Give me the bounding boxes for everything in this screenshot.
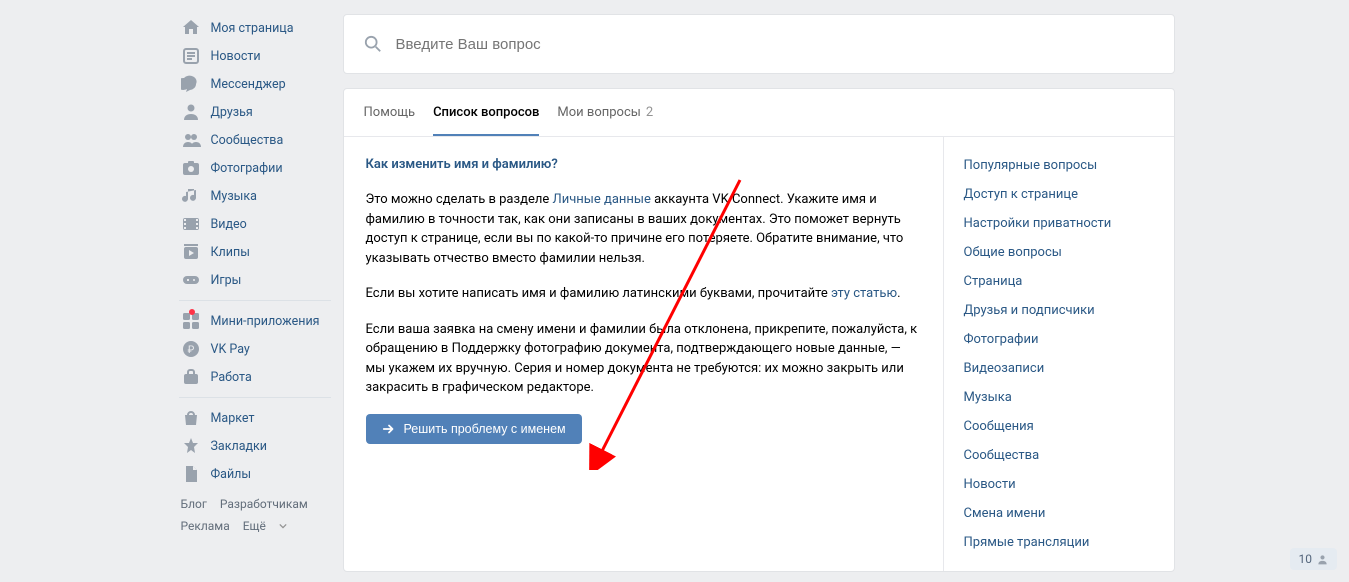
category-link-9[interactable]: Сообщения <box>944 412 1174 441</box>
music-icon <box>181 186 201 206</box>
tab-1[interactable]: Список вопросов <box>433 89 539 136</box>
footer-link-more[interactable]: Ещё <box>243 516 287 538</box>
sidebar-item-label: Музыка <box>211 189 257 204</box>
video-icon <box>181 214 201 234</box>
category-link-1[interactable]: Доступ к странице <box>944 180 1174 209</box>
category-link-7[interactable]: Видеозаписи <box>944 354 1174 383</box>
sidebar-item-label: Моя страница <box>211 21 294 36</box>
chevron-down-icon <box>279 522 287 530</box>
games-icon <box>181 270 201 290</box>
clips-icon <box>181 242 201 262</box>
solve-name-problem-button[interactable]: Решить проблему с именем <box>366 414 582 444</box>
sidebar-item-games[interactable]: Игры <box>175 266 335 294</box>
sidebar-item-files[interactable]: Файлы <box>175 460 335 488</box>
sidebar-item-label: Файлы <box>211 467 252 482</box>
footer-link-dev[interactable]: Разработчикам <box>220 497 308 511</box>
notification-dot <box>189 309 195 315</box>
sidebar-item-label: Сообщества <box>211 133 284 148</box>
article-paragraph-3: Если ваша заявка на смену имени и фамили… <box>366 320 921 398</box>
category-link-13[interactable]: Прямые трансляции <box>944 528 1174 557</box>
article-title: Как изменить имя и фамилию? <box>366 157 921 172</box>
sidebar-item-work[interactable]: Работа <box>175 363 335 391</box>
sidebar-item-label: Клипы <box>211 245 250 260</box>
sidebar-item-label: Друзья <box>211 105 253 120</box>
article-paragraph-2: Если вы хотите написать имя и фамилию ла… <box>366 284 921 304</box>
tab-0[interactable]: Помощь <box>364 89 416 136</box>
main-card: Помощь Список вопросов Мои вопросы 2 Как и… <box>343 88 1175 572</box>
article: Как изменить имя и фамилию? Это можно сд… <box>344 137 944 571</box>
sidebar-item-groups[interactable]: Сообщества <box>175 126 335 154</box>
category-link-5[interactable]: Друзья и подписчики <box>944 296 1174 325</box>
category-link-12[interactable]: Смена имени <box>944 499 1174 528</box>
news-icon <box>181 46 201 66</box>
sidebar-item-label: Мини-приложения <box>211 314 320 329</box>
article-paragraph-1: Это можно сделать в разделе Личные данны… <box>366 190 921 268</box>
sidebar-item-photo[interactable]: Фотографии <box>175 154 335 182</box>
main-content: Помощь Список вопросов Мои вопросы 2 Как и… <box>343 14 1175 572</box>
left-sidebar: Моя страница Новости Мессенджер Друзья Сообщ… <box>175 14 343 572</box>
sidebar-item-msg[interactable]: Мессенджер <box>175 70 335 98</box>
category-link-3[interactable]: Общие вопросы <box>944 238 1174 267</box>
category-link-6[interactable]: Фотографии <box>944 325 1174 354</box>
sidebar-item-vkpay[interactable]: ₽ VK Pay <box>175 335 335 363</box>
search-input[interactable] <box>396 36 1154 53</box>
person-icon <box>1317 554 1328 565</box>
link-this-article[interactable]: эту статью <box>831 286 897 301</box>
sidebar-item-label: Маркет <box>211 411 255 426</box>
search-box[interactable] <box>343 14 1175 74</box>
footer-links: Блог Разработчикам Реклама Ещё <box>175 488 335 543</box>
sidebar-item-label: VK Pay <box>211 342 250 357</box>
categories-aside: Популярные вопросыДоступ к страницеНастр… <box>944 137 1174 571</box>
vkpay-icon: ₽ <box>181 339 201 359</box>
sidebar-item-friends[interactable]: Друзья <box>175 98 335 126</box>
msg-icon <box>181 74 201 94</box>
bookmark-icon <box>181 436 201 456</box>
sidebar-item-label: Закладки <box>211 439 268 454</box>
photo-icon <box>181 158 201 178</box>
category-link-0[interactable]: Популярные вопросы <box>944 151 1174 180</box>
tabs: Помощь Список вопросов Мои вопросы 2 <box>344 89 1174 137</box>
category-link-10[interactable]: Сообщества <box>944 441 1174 470</box>
footer-link-ads[interactable]: Реклама <box>181 519 230 533</box>
category-link-8[interactable]: Музыка <box>944 383 1174 412</box>
footer-link-blog[interactable]: Блог <box>181 497 207 511</box>
arrow-right-icon <box>382 422 396 436</box>
sidebar-item-label: Работа <box>211 370 252 385</box>
category-link-2[interactable]: Настройки приватности <box>944 209 1174 238</box>
sidebar-item-label: Фотографии <box>211 161 283 176</box>
sidebar-item-bookmark[interactable]: Закладки <box>175 432 335 460</box>
category-link-4[interactable]: Страница <box>944 267 1174 296</box>
groups-icon <box>181 130 201 150</box>
sidebar-item-clips[interactable]: Клипы <box>175 238 335 266</box>
tab-2[interactable]: Мои вопросы 2 <box>557 89 653 136</box>
sidebar-item-label: Игры <box>211 273 242 288</box>
home-icon <box>181 18 201 38</box>
sidebar-item-label: Видео <box>211 217 247 232</box>
search-icon <box>364 35 382 53</box>
link-personal-data[interactable]: Личные данные <box>552 192 650 207</box>
sidebar-item-video[interactable]: Видео <box>175 210 335 238</box>
notification-badge[interactable]: 10 <box>1290 548 1338 570</box>
sidebar-item-news[interactable]: Новости <box>175 42 335 70</box>
sidebar-item-market[interactable]: Маркет <box>175 404 335 432</box>
sidebar-item-label: Новости <box>211 49 261 64</box>
category-link-11[interactable]: Новости <box>944 470 1174 499</box>
sidebar-item-music[interactable]: Музыка <box>175 182 335 210</box>
sidebar-item-mini[interactable]: Мини-приложения <box>175 307 335 335</box>
sidebar-item-label: Мессенджер <box>211 77 286 92</box>
svg-text:₽: ₽ <box>187 345 194 356</box>
files-icon <box>181 464 201 484</box>
market-icon <box>181 408 201 428</box>
work-icon <box>181 367 201 387</box>
tab-count: 2 <box>646 105 653 120</box>
sidebar-item-home[interactable]: Моя страница <box>175 14 335 42</box>
friends-icon <box>181 102 201 122</box>
